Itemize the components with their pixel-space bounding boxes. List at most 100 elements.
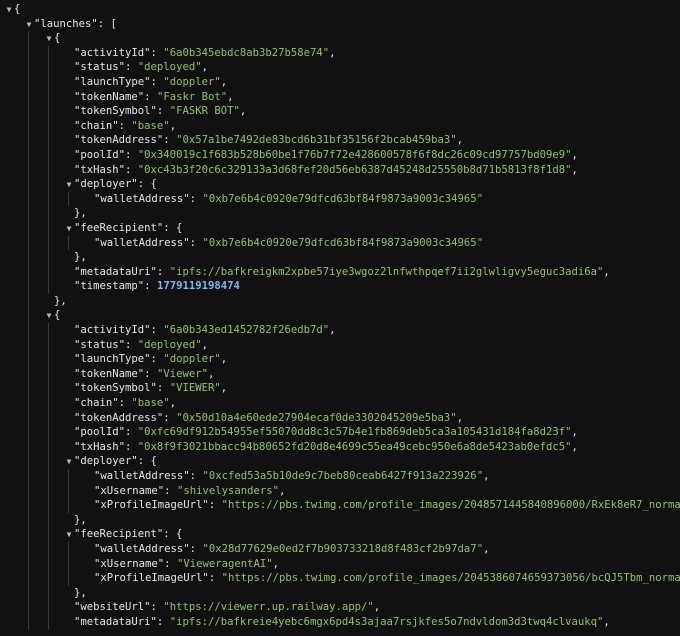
json-line: "activityId": "6a0b343ed1452782f26edb7d"… <box>0 323 680 338</box>
json-punctuation: , <box>571 426 578 439</box>
indent-guide <box>28 410 29 426</box>
indent-guide <box>48 571 49 586</box>
collapse-triangle-icon[interactable]: ▼ <box>24 18 34 32</box>
json-punctuation: , <box>201 338 208 351</box>
json-punctuation: : <box>150 324 164 337</box>
json-line: }, <box>0 512 680 528</box>
json-punctuation: : <box>189 236 203 249</box>
json-punctuation: , <box>220 353 228 366</box>
json-line: "websiteUrl": "https://viewerr.up.railwa… <box>0 600 680 615</box>
json-line: "tokenName": "Viewer", <box>0 366 680 382</box>
json-line: ▼ "feeRecipient": { <box>0 220 680 236</box>
json-line: }, <box>0 206 680 221</box>
json-line: "tokenAddress": "0x57a1be7492de83bcd6b31… <box>0 133 680 148</box>
json-punctuation: : <box>150 353 164 366</box>
indent-guide <box>48 118 49 134</box>
json-string-value: "6a0b345ebdc8ab3b27b58e74" <box>163 46 330 59</box>
indent-guide <box>28 366 29 382</box>
json-punctuation: : <box>125 163 138 176</box>
indent-guide <box>48 162 49 178</box>
json-punctuation: : <box>144 280 157 293</box>
indent-guide <box>28 162 29 178</box>
json-key: "tokenAddress" <box>74 134 164 147</box>
collapse-triangle-icon[interactable]: ▼ <box>64 178 74 192</box>
indent-guide <box>68 191 69 207</box>
json-punctuation: , <box>227 90 234 103</box>
json-punctuation: , <box>239 105 247 118</box>
json-key: "timestamp" <box>74 280 145 293</box>
json-punctuation: : <box>125 148 138 161</box>
indent-guide <box>28 527 29 542</box>
indent-guide <box>48 250 49 265</box>
json-punctuation: { <box>54 309 61 322</box>
json-punctuation: : <box>125 426 138 439</box>
json-line: "chain": "base", <box>0 396 680 411</box>
json-line: "xProfileImageUrl": "https://pbs.twimg.c… <box>0 571 680 586</box>
json-punctuation: : <box>150 601 164 614</box>
json-key: "chain" <box>74 119 119 132</box>
json-key: "tokenSymbol" <box>74 382 157 395</box>
json-line: ▼ "deployer": { <box>0 177 680 192</box>
indent-guide <box>28 60 29 75</box>
json-key: "status" <box>74 338 126 351</box>
json-key: "deployer" <box>74 178 138 191</box>
json-string-value: "FASKR BOT" <box>169 105 240 118</box>
json-line: ▼ "feeRecipient": { <box>0 527 680 542</box>
json-line: "tokenSymbol": "VIEWER", <box>0 381 680 397</box>
json-string-value: "https://pbs.twimg.com/profile_images/20… <box>221 572 680 585</box>
json-line: ▼{ <box>0 31 680 46</box>
json-punctuation: : <box>118 119 132 132</box>
indent-guide <box>48 45 49 61</box>
collapse-triangle-icon[interactable]: ▼ <box>44 32 54 46</box>
json-line: "status": "deployed", <box>0 337 680 353</box>
indent-guide <box>28 45 29 61</box>
indent-guide <box>28 352 29 367</box>
indent-guide <box>48 366 49 382</box>
indent-guide <box>68 483 69 499</box>
json-line: }, <box>0 250 680 265</box>
json-key: "metadataUri" <box>74 265 157 278</box>
json-punctuation: : <box>125 61 138 74</box>
json-line: "xUsername": "shivelysanders", <box>0 483 680 499</box>
json-punctuation: }, <box>74 513 87 526</box>
json-key: "launches" <box>34 17 98 30</box>
json-punctuation: : { <box>137 178 157 191</box>
indent-guide <box>48 541 49 557</box>
json-key: "xUsername" <box>94 557 165 570</box>
json-punctuation: : <box>163 134 177 147</box>
indent-guide <box>48 381 49 397</box>
indent-guide <box>48 235 49 251</box>
indent-guide <box>68 556 69 572</box>
json-line: ▼{ <box>0 308 680 324</box>
json-string-value: "0x57a1be7492de83bcd6b31bf35156f2bcab459… <box>176 134 457 147</box>
indent-guide <box>28 556 29 572</box>
json-line: }, <box>0 585 680 601</box>
json-punctuation: : <box>189 542 203 555</box>
indent-guide <box>68 498 69 513</box>
collapse-triangle-icon[interactable]: ▼ <box>44 309 54 323</box>
json-key: "xProfileImageUrl" <box>94 572 209 585</box>
json-line: ▼ "deployer": { <box>0 454 680 469</box>
json-punctuation: , <box>169 119 177 132</box>
json-key: "walletAddress" <box>94 236 190 249</box>
json-punctuation: : <box>125 338 138 351</box>
indent-guide <box>48 352 49 367</box>
json-punctuation: , <box>483 470 490 482</box>
json-line: "xProfileImageUrl": "https://pbs.twimg.c… <box>0 498 680 513</box>
json-line: "poolId": "0x340019c1f683b528b60be1f76b7… <box>0 147 680 163</box>
json-punctuation: : <box>150 75 164 88</box>
collapse-triangle-icon[interactable]: ▼ <box>64 222 74 236</box>
json-key: "tokenName" <box>74 90 145 103</box>
indent-guide <box>28 469 29 484</box>
indent-guide <box>48 220 49 236</box>
indent-guide <box>28 323 29 338</box>
collapse-triangle-icon[interactable]: ▼ <box>64 455 74 469</box>
json-key: "walletAddress" <box>94 192 190 205</box>
json-string-value: "0xcfed53a5b10de9c7beb80ceab6427f913a223… <box>202 470 484 482</box>
collapse-triangle-icon[interactable]: ▼ <box>4 3 14 17</box>
collapse-triangle-icon[interactable]: ▼ <box>64 528 74 542</box>
json-string-value: "6a0b343ed1452782f26edb7d" <box>163 324 330 337</box>
json-punctuation: : <box>208 572 222 585</box>
json-string-value: "base" <box>131 119 170 132</box>
json-key: "activityId" <box>74 324 151 337</box>
